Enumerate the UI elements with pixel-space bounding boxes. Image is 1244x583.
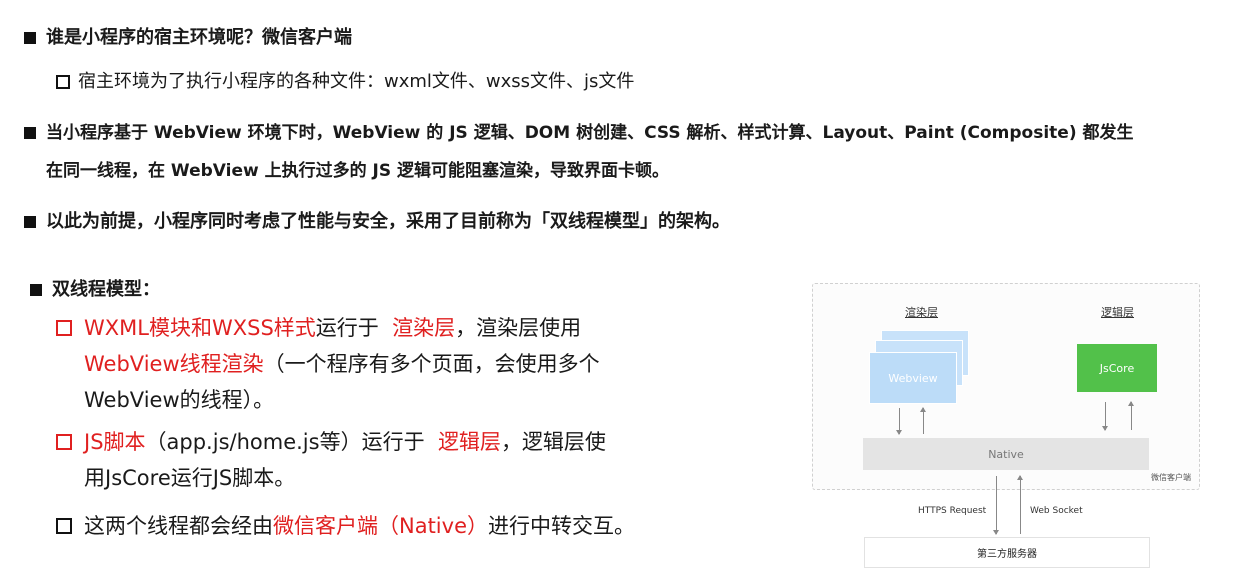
bullet-host-question: 谁是小程序的宿主环境呢？微信客户端: [24, 20, 352, 56]
wechat-native-text: 微信客户端（Native）: [273, 514, 488, 538]
model-item-logic-text: JS脚本（app.js/home.js等）运行于 逻辑层，逻辑层使 用JsCor…: [84, 424, 606, 496]
runs-on-text: 运行于: [315, 316, 379, 340]
square-bullet-icon: [24, 127, 36, 139]
render-layer-text: 渲染层: [392, 316, 456, 340]
https-request-label: HTTPS Request: [918, 506, 987, 516]
native-box: Native: [863, 438, 1149, 470]
hollow-square-bullet-icon: [56, 518, 72, 534]
server-label: 第三方服务器: [977, 549, 1037, 560]
bullet-host-detail: 宿主环境为了执行小程序的各种文件：wxml文件、wxss文件、js文件: [56, 68, 634, 96]
webview-label: Webview: [888, 371, 938, 385]
native-label: Native: [988, 447, 1024, 461]
webview-line-2: 在同一线程，在 WebView 上执行过多的 JS 逻辑可能阻塞渲染，导致界面卡…: [46, 161, 670, 181]
square-bullet-icon: [30, 284, 42, 296]
red-hollow-square-bullet-icon: [56, 434, 72, 450]
arrow-down-icon: [1102, 402, 1108, 431]
bullet-premise: 以此为前提，小程序同时考虑了性能与安全，采用了目前称为「双线程模型」的架构。: [24, 204, 730, 240]
logic-layer-label: 逻辑层: [1101, 306, 1134, 319]
jscore-box: JsCore: [1077, 344, 1157, 392]
js-script-text: JS脚本: [84, 430, 146, 454]
multi-page-text: （一个程序有多个页面，会使用多个: [263, 352, 600, 376]
relay-text: 进行中转交互。: [488, 514, 635, 538]
arrow-up-icon: [1128, 401, 1134, 430]
arrow-up-icon: [920, 407, 926, 434]
model-item-native: 这两个线程都会经由微信客户端（Native）进行中转交互。: [56, 508, 676, 544]
model-item-native-text: 这两个线程都会经由微信客户端（Native）进行中转交互。: [84, 508, 635, 544]
app-js-text: （app.js/home.js等）运行于: [145, 430, 425, 454]
render-layer-use-text: ，渲染层使用: [455, 316, 582, 340]
model-item-render-text: WXML模块和WXSS样式运行于 渲染层，渲染层使用 WebView线程渲染（一…: [84, 310, 600, 418]
square-bullet-icon: [24, 32, 36, 44]
model-item-render: WXML模块和WXSS样式运行于 渲染层，渲染层使用 WebView线程渲染（一…: [56, 310, 656, 418]
logic-layer-text: 逻辑层: [437, 430, 501, 454]
web-socket-label: Web Socket: [1030, 506, 1083, 516]
webview-line-1: 当小程序基于 WebView 环境下时，WebView 的 JS 逻辑、DOM …: [46, 123, 1134, 143]
wxml-wxss-text: WXML模块和WXSS样式: [84, 316, 316, 340]
render-layer-label: 渲染层: [905, 306, 938, 319]
webview-text: 当小程序基于 WebView 环境下时，WebView 的 JS 逻辑、DOM …: [46, 114, 1134, 190]
square-bullet-icon: [24, 216, 36, 228]
wechat-client-label: 微信客户端: [1151, 473, 1191, 482]
arrow-down-icon: [993, 476, 999, 535]
bullet-model-heading: 双线程模型：: [30, 272, 160, 308]
model-heading-text: 双线程模型：: [52, 279, 160, 300]
webview-box: Webview: [869, 352, 957, 404]
premise-text: 以此为前提，小程序同时考虑了性能与安全，采用了目前称为「双线程模型」的架构。: [46, 211, 730, 232]
architecture-diagram: 渲染层 逻辑层 Webview JsCore Native 微信客户端: [812, 283, 1200, 490]
host-question-text: 谁是小程序的宿主环境呢？微信客户端: [46, 27, 352, 48]
webview-thread-end-text: WebView的线程）。: [84, 388, 275, 412]
bullet-webview: 当小程序基于 WebView 环境下时，WebView 的 JS 逻辑、DOM …: [24, 114, 1234, 190]
jscore-run-text: 用JsCore运行JS脚本。: [84, 466, 296, 490]
arrow-down-icon: [896, 408, 902, 435]
logic-layer-use-text: ，逻辑层使: [500, 430, 606, 454]
model-item-logic: JS脚本（app.js/home.js等）运行于 逻辑层，逻辑层使 用JsCor…: [56, 424, 656, 496]
host-detail-text: 宿主环境为了执行小程序的各种文件：wxml文件、wxss文件、js文件: [78, 71, 635, 92]
arrow-up-icon: [1017, 475, 1023, 534]
webview-thread-text: WebView线程渲染: [84, 352, 264, 376]
third-party-server-box: 第三方服务器: [864, 537, 1150, 568]
hollow-square-bullet-icon: [56, 75, 70, 89]
red-hollow-square-bullet-icon: [56, 320, 72, 336]
jscore-label: JsCore: [1099, 361, 1135, 375]
two-threads-text: 这两个线程都会经由: [84, 514, 273, 538]
